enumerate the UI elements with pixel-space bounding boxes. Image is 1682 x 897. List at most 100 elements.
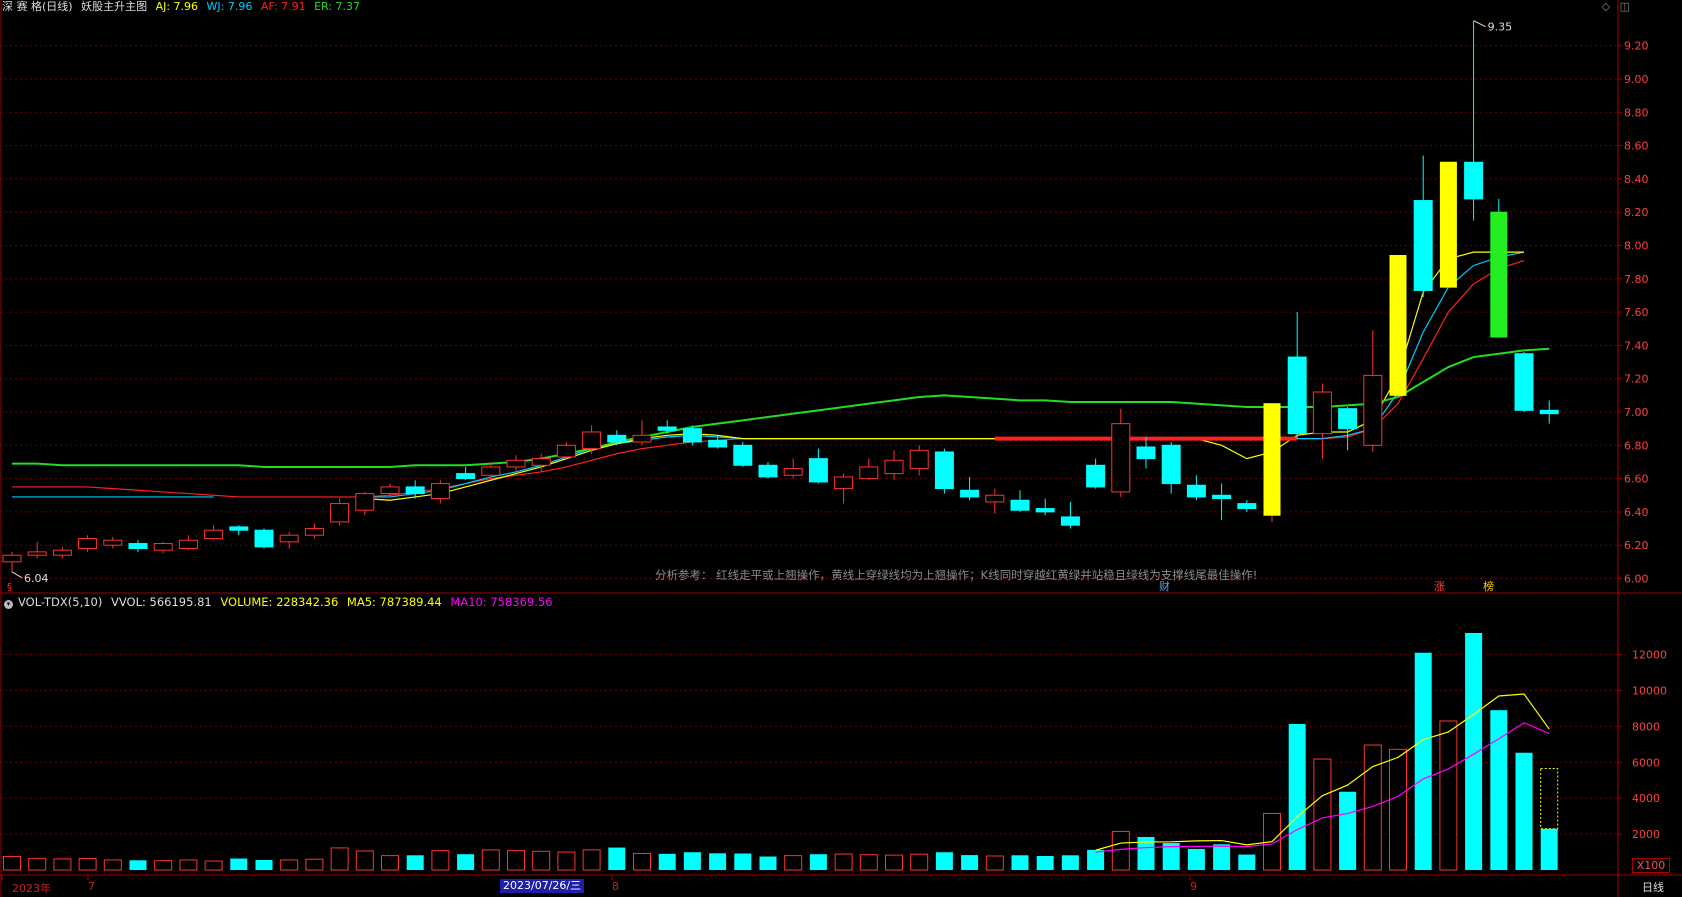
candle-body xyxy=(808,458,828,483)
volume-bar xyxy=(709,853,727,870)
volume-legend: ▾ VOL-TDX(5,10) VVOL: 566195.81 VOLUME: 2… xyxy=(4,595,558,609)
min-pointer xyxy=(11,571,23,579)
candle-body xyxy=(1363,374,1383,446)
event-marker-s[interactable]: § xyxy=(7,581,12,594)
selected-date[interactable]: 2023/07/26/三 xyxy=(500,879,585,893)
volume-bar xyxy=(1540,828,1558,870)
price-tick-label: 9.00 xyxy=(1624,73,1649,86)
volume-unit-badge: X100 xyxy=(1632,858,1670,873)
volume-bar xyxy=(633,852,651,871)
window-icon[interactable]: ◫ xyxy=(1620,0,1630,13)
volume-bar xyxy=(1288,724,1306,870)
candle-body xyxy=(178,539,198,550)
stock-chart[interactable]: 6.00 6.20 6.40 6.60 6.80 7.00 7.20 7.40 7.60 7.80… xyxy=(0,0,1682,897)
period-selector[interactable]: 日线 xyxy=(1642,879,1664,895)
volume-bar xyxy=(683,852,701,870)
volume-bar xyxy=(179,859,198,871)
candle-body xyxy=(430,483,450,500)
candle-body xyxy=(254,529,274,548)
vol-indicator-name[interactable]: VOL-TDX(5,10) xyxy=(18,595,102,609)
candle-body xyxy=(708,439,728,448)
volume-bar xyxy=(381,855,399,871)
price-tick-label: 7.40 xyxy=(1624,339,1649,352)
candle-body xyxy=(1212,494,1232,500)
volume-bar xyxy=(330,847,349,871)
price-tick-label: 8.60 xyxy=(1624,140,1649,153)
price-tick-label: 7.20 xyxy=(1624,373,1649,386)
volume-bar xyxy=(885,854,903,871)
volume-bar xyxy=(809,854,827,870)
volume-tick-label: 8000 xyxy=(1632,720,1660,733)
volume-tick-label: 2000 xyxy=(1632,828,1660,841)
price-tick-label: 7.00 xyxy=(1624,406,1649,419)
volume-bar xyxy=(53,858,72,871)
candle-body xyxy=(884,459,904,475)
event-marker-dragon-tiger[interactable]: 榜 xyxy=(1483,580,1494,593)
candle-body xyxy=(1338,408,1358,430)
volume-bar xyxy=(103,859,122,871)
candle-body xyxy=(834,476,854,490)
candle-body xyxy=(859,466,879,480)
event-marker-finance[interactable]: 财 xyxy=(1159,580,1170,593)
event-marker-limit-up[interactable]: 涨 xyxy=(1434,580,1445,593)
candle-body xyxy=(985,494,1005,503)
max-pointer xyxy=(1473,20,1486,28)
candle-body xyxy=(1086,464,1106,488)
indicator-menu-icon[interactable]: ▾ xyxy=(4,600,13,609)
indicator-name[interactable]: 妖股主升主图 xyxy=(81,0,147,13)
volume-bar xyxy=(834,853,853,871)
legend-af: AF: 7.91 xyxy=(260,0,306,13)
candle-body xyxy=(1186,484,1206,498)
candle-body xyxy=(531,458,551,466)
price-tick-label: 8.20 xyxy=(1624,206,1649,219)
price-tick-label: 6.00 xyxy=(1624,573,1649,586)
date-axis-august: 8 xyxy=(612,880,619,893)
candle-body xyxy=(52,549,72,556)
candle-body xyxy=(1060,516,1080,526)
volume-bar xyxy=(1465,632,1483,870)
candle-body xyxy=(1514,353,1534,411)
candle-body xyxy=(304,528,324,536)
volume-bar xyxy=(204,860,223,871)
volume-bar xyxy=(608,847,626,870)
candle-body xyxy=(960,489,980,498)
price-tick-label: 8.80 xyxy=(1624,106,1649,119)
volume-bar xyxy=(129,860,147,870)
candle-body xyxy=(582,431,602,450)
price-tick-label: 6.40 xyxy=(1624,506,1649,519)
candle-body xyxy=(682,428,702,443)
candle-body xyxy=(1010,499,1030,511)
max-price-label: 9.35 xyxy=(1488,21,1513,34)
candle-body xyxy=(78,538,98,550)
candle-body xyxy=(1237,503,1257,510)
price-tick-label: 8.00 xyxy=(1624,240,1649,253)
candle-body xyxy=(1161,444,1181,485)
top-icons: ◇ ◫ xyxy=(1596,0,1630,13)
volume-bar xyxy=(1490,710,1508,870)
volume-bar xyxy=(1011,855,1029,870)
volume-bar xyxy=(1389,748,1407,871)
volume-tick-label: 4000 xyxy=(1632,792,1660,805)
volume-bar xyxy=(1036,855,1054,870)
candle-body xyxy=(405,486,425,495)
candle-body xyxy=(909,449,929,470)
candle-body xyxy=(934,451,954,490)
volume-bar xyxy=(1111,830,1130,871)
volume-bar xyxy=(557,851,576,871)
volume-bar xyxy=(784,855,803,871)
candle-body xyxy=(1287,356,1307,435)
volume-bar xyxy=(734,853,752,870)
stock-name: 深 赛 格(日线) xyxy=(2,0,73,13)
volume-tick-label: 6000 xyxy=(1632,756,1660,769)
volume-bar xyxy=(481,849,500,871)
volume-bar xyxy=(658,853,676,870)
vol-ma10: MA10: 758369.56 xyxy=(450,595,553,609)
diamond-icon[interactable]: ◇ xyxy=(1602,0,1610,13)
volume-bar xyxy=(532,850,551,871)
candle-body xyxy=(2,554,22,563)
volume-tick-label: 10000 xyxy=(1632,684,1667,697)
volume-bar xyxy=(78,858,97,871)
volume-tick-label: 12000 xyxy=(1632,649,1667,662)
volume-bar xyxy=(3,856,21,871)
price-tick-label: 7.60 xyxy=(1624,306,1649,319)
